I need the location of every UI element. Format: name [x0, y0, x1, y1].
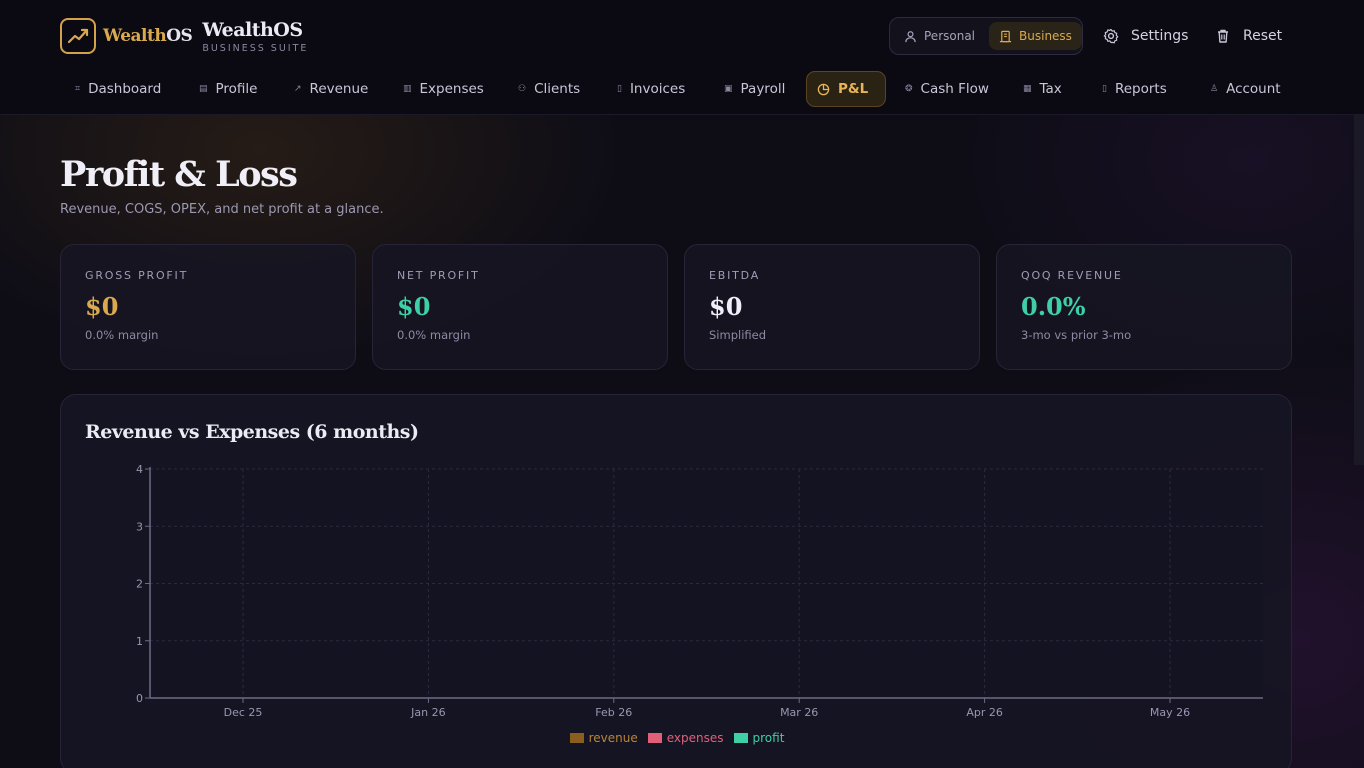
pie-icon: [817, 83, 830, 95]
card-note: 3-mo vs prior 3-mo: [1021, 328, 1132, 342]
gear-icon: [1103, 28, 1119, 44]
card-note: 0.0% margin: [85, 328, 159, 342]
mode-toggle: Personal Business: [889, 17, 1083, 55]
x-tick-label: Jan 26: [410, 706, 445, 719]
trash-icon: [1218, 29, 1228, 43]
legend-label: expenses: [666, 731, 724, 745]
card-label: NET PROFIT: [397, 269, 480, 282]
y-tick-label: 1: [136, 635, 143, 648]
plot-area: [150, 469, 1263, 698]
card-value: 0.0%: [1021, 292, 1086, 321]
dashboard-icon: ⌗: [75, 84, 81, 94]
nav-item-account[interactable]: ♙ Account: [1200, 71, 1291, 107]
brand-name: WealthOS: [202, 18, 303, 41]
receipt-icon: ▥: [403, 84, 412, 94]
page-subtitle: Revenue, COGS, OPEX, and net profit at a…: [60, 202, 384, 217]
calculator-icon: ▦: [1023, 84, 1032, 94]
kpi-card-qoq-revenue: QOQ REVENUE 0.0% 3-mo vs prior 3-mo: [996, 244, 1292, 370]
document-icon: ▯: [617, 84, 622, 94]
nav-item-clients[interactable]: ⚇ Clients: [508, 71, 590, 107]
x-tick-label: Apr 26: [966, 706, 1003, 719]
card-label: GROSS PROFIT: [85, 269, 189, 282]
y-tick-label: 4: [136, 463, 143, 476]
legend-item-expenses[interactable]: expenses: [647, 731, 724, 745]
nav-item-invoices[interactable]: ▯ Invoices: [607, 71, 695, 107]
app-header: WealthOS WealthOS BUSINESS SUITE Persona…: [0, 0, 1364, 115]
x-tick-label: May 26: [1150, 706, 1190, 719]
legend-swatch: [647, 733, 662, 743]
nav-item-reports[interactable]: ▯ Reports: [1092, 71, 1177, 107]
kpi-card-gross-profit: GROSS PROFIT $0 0.0% margin: [60, 244, 356, 370]
y-tick-label: 2: [136, 578, 143, 591]
logo-wordmark: WealthOS: [103, 26, 193, 46]
card-note: Simplified: [709, 328, 767, 342]
reset-button[interactable]: Reset: [1215, 26, 1282, 46]
legend-swatch: [569, 733, 584, 743]
brand[interactable]: WealthOS WealthOS BUSINESS SUITE: [60, 16, 308, 56]
building-icon: [999, 30, 1012, 42]
nav-item-tax[interactable]: ▦ Tax: [1013, 71, 1072, 107]
logo-chart-icon: [60, 18, 96, 54]
card-label: EBITDA: [709, 269, 761, 282]
x-tick-label: Mar 26: [780, 706, 818, 719]
chart-card: Revenue vs Expenses (6 months) 0 1 2 3 4 Dec …: [60, 394, 1292, 768]
legend-item-profit[interactable]: profit: [733, 731, 785, 745]
legend-label: profit: [752, 731, 785, 745]
kpi-card-net-profit: NET PROFIT $0 0.0% margin: [372, 244, 668, 370]
nav-item-dashboard[interactable]: ⌗ Dashboard: [65, 71, 171, 107]
nav-item-pnl[interactable]: P&L: [806, 71, 886, 107]
settings-button[interactable]: Settings: [1103, 26, 1188, 46]
user-icon: ♙: [1210, 84, 1219, 94]
legend-label: revenue: [588, 731, 638, 745]
revenue-expenses-chart: 0 1 2 3 4 Dec 25 Jan 26 Feb 26 Mar 26 Apr 26 May 2…: [136, 463, 1263, 719]
x-tick-label: Dec 25: [224, 706, 263, 719]
wallet-icon: ▣: [724, 84, 733, 94]
nav-item-expenses[interactable]: ▥ Expenses: [393, 71, 494, 107]
legend-item-revenue[interactable]: revenue: [569, 731, 638, 745]
mode-personal-button[interactable]: Personal: [894, 22, 985, 50]
legend-swatch: [733, 733, 748, 743]
building-icon: ▤: [199, 84, 208, 94]
x-tick-label: Feb 26: [595, 706, 632, 719]
card-value: $0: [709, 292, 743, 321]
page-title: Profit & Loss: [60, 154, 298, 195]
chart-legend: revenue expenses profit: [61, 731, 1293, 745]
report-icon: ▯: [1102, 84, 1107, 94]
mode-business-button[interactable]: Business: [989, 22, 1082, 50]
nav-item-payroll[interactable]: ▣ Payroll: [714, 71, 795, 107]
card-note: 0.0% margin: [397, 328, 471, 342]
nav-item-revenue[interactable]: ↗ Revenue: [284, 71, 378, 107]
card-value: $0: [397, 292, 431, 321]
flow-icon: ❂: [905, 84, 913, 94]
nav-item-profile[interactable]: ▤ Profile: [189, 71, 268, 107]
scrollbar[interactable]: [1354, 115, 1364, 465]
users-icon: ⚇: [518, 84, 527, 94]
trend-icon: ↗: [294, 84, 302, 94]
y-tick-label: 0: [136, 692, 143, 705]
kpi-card-ebitda: EBITDA $0 Simplified: [684, 244, 980, 370]
brand-subtitle: BUSINESS SUITE: [202, 42, 309, 54]
card-value: $0: [85, 292, 119, 321]
brand-text: WealthOS BUSINESS SUITE: [202, 19, 308, 54]
main-nav: ⌗ Dashboard ▤ Profile ↗ Revenue ▥ Expenses ⚇…: [60, 71, 1290, 107]
y-tick-label: 3: [136, 520, 143, 533]
card-label: QOQ REVENUE: [1021, 269, 1123, 282]
user-icon: [905, 30, 916, 42]
nav-item-cash-flow[interactable]: ❂ Cash Flow: [895, 71, 999, 107]
